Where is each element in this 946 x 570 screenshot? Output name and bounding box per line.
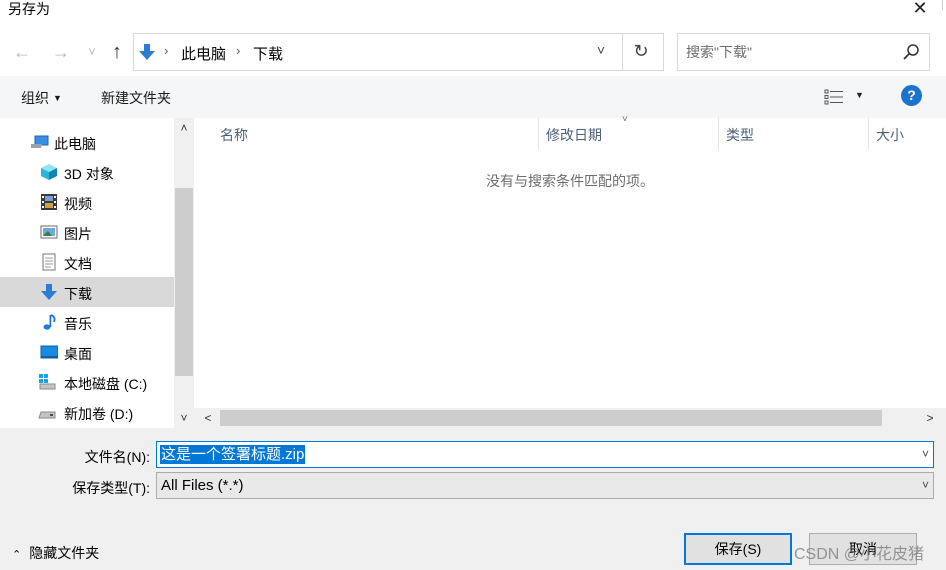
help-icon[interactable]: ? xyxy=(901,85,922,106)
scroll-right-icon[interactable]: > xyxy=(920,408,940,428)
cube-3d-icon xyxy=(41,164,57,180)
column-divider[interactable] xyxy=(538,118,539,150)
sidebar-item-videos[interactable]: 视频 xyxy=(0,187,174,217)
sidebar-item-label: 桌面 xyxy=(64,346,92,362)
chevron-down-icon[interactable]: ˅ xyxy=(590,42,612,62)
filetype-label: 保存类型(T): xyxy=(72,480,150,496)
navigation-pane: 此电脑 3D 对象 视频 图片 文档 下载 音乐 桌面 本地磁盘 (C:) 新加… xyxy=(0,118,194,428)
cancel-button[interactable]: 取消 xyxy=(809,533,917,565)
up-arrow-icon[interactable]: ↑ xyxy=(105,40,129,64)
chevron-down-icon[interactable]: ˅ xyxy=(922,478,929,492)
address-bar[interactable]: › 此电脑 › 下载 ˅ ↻ xyxy=(133,33,664,71)
breadcrumb-separator: › xyxy=(164,43,169,58)
column-header-type[interactable]: 类型 xyxy=(726,125,754,145)
hide-folders-label: 隐藏文件夹 xyxy=(29,545,100,561)
drive-icon xyxy=(38,411,56,419)
sidebar-item-label: 新加卷 (D:) xyxy=(64,406,134,422)
computer-icon xyxy=(31,135,49,148)
scroll-left-icon[interactable]: < xyxy=(198,408,218,428)
new-folder-button[interactable]: 新建文件夹 xyxy=(101,88,171,108)
chevron-up-icon: ⌃ xyxy=(12,549,22,561)
breadcrumb-separator: › xyxy=(236,43,241,58)
sidebar-item-local-disk-c[interactable]: 本地磁盘 (C:) xyxy=(0,367,174,397)
organize-label: 组织 xyxy=(21,90,49,106)
command-toolbar: 组织 ▼ 新建文件夹 ▼ ? xyxy=(0,76,946,118)
search-box[interactable] xyxy=(677,33,930,71)
sort-indicator-icon: ˅ xyxy=(622,114,628,125)
sidebar-item-label: 3D 对象 xyxy=(64,166,114,182)
document-icon xyxy=(42,253,56,271)
sidebar-scrollbar[interactable]: ˄ ˅ xyxy=(174,118,194,428)
column-header-date-modified[interactable]: 修改日期 xyxy=(546,125,602,145)
windows-drive-icon xyxy=(39,374,56,390)
search-input[interactable] xyxy=(686,42,896,62)
scroll-down-icon[interactable]: ˅ xyxy=(174,408,194,428)
column-header-name[interactable]: 名称 xyxy=(220,125,248,145)
chevron-down-icon[interactable]: ˅ xyxy=(922,447,929,461)
recent-locations-icon[interactable]: ˅ xyxy=(80,40,104,64)
view-details-icon[interactable] xyxy=(824,89,844,105)
sidebar-item-downloads[interactable]: 下载 xyxy=(0,277,174,307)
forward-arrow-icon[interactable]: → xyxy=(49,40,73,64)
address-divider xyxy=(622,34,623,70)
navigation-bar: ← → ˅ ↑ › 此电脑 › 下载 ˅ ↻ xyxy=(0,30,946,76)
refresh-icon[interactable]: ↻ xyxy=(630,41,652,63)
file-list: 名称 修改日期 ˅ 类型 大小 没有与搜索条件匹配的项。 < > xyxy=(194,114,946,428)
sidebar-item-pictures[interactable]: 图片 xyxy=(0,217,174,247)
sidebar-item-label: 音乐 xyxy=(64,316,92,332)
desktop-icon xyxy=(40,345,58,359)
breadcrumb-downloads[interactable]: 下载 xyxy=(253,43,283,64)
scroll-thumb[interactable] xyxy=(175,188,193,376)
sidebar-item-label: 本地磁盘 (C:) xyxy=(64,376,148,392)
sidebar-item-label: 视频 xyxy=(64,196,92,212)
save-button[interactable]: 保存(S) xyxy=(684,533,792,565)
sidebar-item-3d-objects[interactable]: 3D 对象 xyxy=(0,157,174,187)
music-note-icon xyxy=(43,314,56,330)
filename-value[interactable]: 这是一个签署标题.zip xyxy=(160,445,306,464)
sidebar-item-label: 此电脑 xyxy=(54,136,96,152)
picture-icon xyxy=(40,225,58,239)
download-icon xyxy=(41,284,57,300)
window-title: 另存为 xyxy=(8,1,50,17)
filetype-select[interactable]: All Files (*.*) ˅ xyxy=(156,472,934,499)
title-bar: 另存为 ✕ xyxy=(0,0,946,30)
sidebar-item-music[interactable]: 音乐 xyxy=(0,307,174,337)
back-arrow-icon[interactable]: ← xyxy=(10,40,34,64)
sidebar-item-label: 文档 xyxy=(64,256,92,272)
column-header-size[interactable]: 大小 xyxy=(876,125,904,145)
empty-message: 没有与搜索条件匹配的项。 xyxy=(486,173,654,189)
view-options-caret-icon[interactable]: ▼ xyxy=(855,90,864,100)
sidebar-item-new-volume-d[interactable]: 新加卷 (D:) xyxy=(0,397,174,427)
save-options-panel: 文件名(N): 这是一个签署标题.zip ˅ 保存类型(T): All File… xyxy=(0,428,946,570)
scroll-thumb[interactable] xyxy=(220,410,882,426)
filetype-value: All Files (*.*) xyxy=(161,477,244,494)
sidebar-item-label: 下载 xyxy=(64,286,92,302)
film-icon xyxy=(41,194,57,210)
organize-button[interactable]: 组织 ▼ xyxy=(21,88,62,108)
file-list-scrollbar[interactable]: < > xyxy=(194,408,946,428)
sidebar-item-documents[interactable]: 文档 xyxy=(0,247,174,277)
search-icon[interactable] xyxy=(902,43,920,61)
caret-down-icon: ▼ xyxy=(53,93,62,103)
window-edge xyxy=(942,0,943,10)
close-button[interactable]: ✕ xyxy=(906,0,934,18)
scroll-up-icon[interactable]: ˄ xyxy=(174,118,194,138)
sidebar-item-desktop[interactable]: 桌面 xyxy=(0,337,174,367)
hide-folders-button[interactable]: ⌃ 隐藏文件夹 xyxy=(12,543,99,563)
column-divider[interactable] xyxy=(718,118,719,150)
sidebar-item-this-pc[interactable]: 此电脑 xyxy=(0,127,174,157)
filename-label: 文件名(N): xyxy=(84,449,150,465)
download-icon xyxy=(139,44,155,60)
sidebar-item-label: 图片 xyxy=(64,226,92,242)
filename-field[interactable]: 这是一个签署标题.zip ˅ xyxy=(156,441,934,468)
column-divider[interactable] xyxy=(868,118,869,150)
breadcrumb-this-pc[interactable]: 此电脑 xyxy=(181,43,226,64)
